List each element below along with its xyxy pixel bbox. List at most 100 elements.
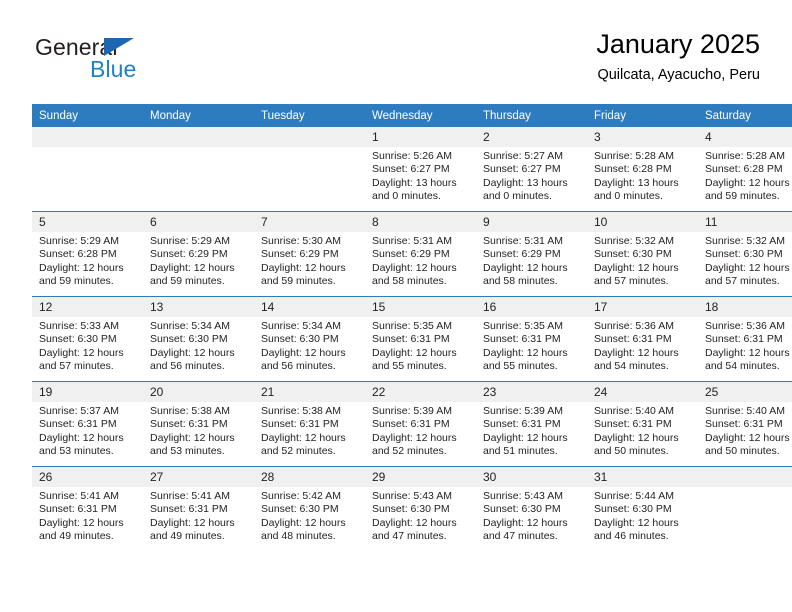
day-number: 20: [143, 382, 254, 402]
daylight-text: Daylight: 12 hours and 46 minutes.: [594, 516, 679, 543]
calendar-day-cell[interactable]: 19 Sunrise: 5:37 AM Sunset: 6:31 PM Dayligh…: [32, 381, 143, 467]
calendar-day-cell[interactable]: 28 Sunrise: 5:42 AM Sunset: 6:30 PM Dayligh…: [254, 466, 365, 551]
day-sun-info: Sunrise: 5:42 AM Sunset: 6:30 PM Daylight:…: [254, 487, 365, 544]
sunset-text: Sunset: 6:30 PM: [261, 333, 339, 346]
calendar-week-row: 12 Sunrise: 5:33 AM Sunset: 6:30 PM Dayligh…: [32, 296, 792, 382]
day-number: 2: [476, 127, 587, 147]
sunrise-text: Sunrise: 5:38 AM: [261, 405, 341, 417]
calendar-day-cell[interactable]: 21 Sunrise: 5:38 AM Sunset: 6:31 PM Dayligh…: [254, 381, 365, 467]
sunrise-text: Sunrise: 5:32 AM: [705, 235, 785, 247]
day-cell-inner: [143, 127, 254, 211]
day-sun-info: Sunrise: 5:34 AM Sunset: 6:30 PM Daylight:…: [143, 317, 254, 374]
daylight-text: Daylight: 12 hours and 56 minutes.: [150, 346, 235, 373]
calendar-day-cell[interactable]: 4 Sunrise: 5:28 AM Sunset: 6:28 PM Daylight…: [698, 127, 792, 212]
sunset-text: Sunset: 6:28 PM: [594, 163, 672, 176]
calendar-day-cell[interactable]: 30 Sunrise: 5:43 AM Sunset: 6:30 PM Dayligh…: [476, 466, 587, 551]
day-sun-info: Sunrise: 5:43 AM Sunset: 6:30 PM Daylight:…: [365, 487, 476, 544]
day-number: 25: [698, 382, 792, 402]
day-cell-inner: 2 Sunrise: 5:27 AM Sunset: 6:27 PM Daylight…: [476, 127, 587, 211]
daylight-text: Daylight: 12 hours and 54 minutes.: [705, 346, 790, 373]
day-sun-info: Sunrise: 5:37 AM Sunset: 6:31 PM Daylight:…: [32, 402, 143, 459]
daylight-text: Daylight: 12 hours and 58 minutes.: [483, 261, 568, 288]
day-number: 3: [587, 127, 698, 147]
day-number: 16: [476, 297, 587, 317]
day-sun-info: Sunrise: 5:36 AM Sunset: 6:31 PM Daylight:…: [698, 317, 792, 374]
daylight-text: Daylight: 12 hours and 48 minutes.: [261, 516, 346, 543]
day-number: 28: [254, 467, 365, 487]
daylight-text: Daylight: 13 hours and 0 minutes.: [372, 176, 457, 203]
daylight-text: Daylight: 12 hours and 58 minutes.: [372, 261, 457, 288]
day-number: 19: [32, 382, 143, 402]
daylight-text: Daylight: 12 hours and 53 minutes.: [39, 431, 124, 458]
day-sun-info: Sunrise: 5:35 AM Sunset: 6:31 PM Daylight:…: [476, 317, 587, 374]
day-sun-info: Sunrise: 5:41 AM Sunset: 6:31 PM Daylight:…: [32, 487, 143, 544]
day-number: 8: [365, 212, 476, 232]
day-cell-inner: 23 Sunrise: 5:39 AM Sunset: 6:31 PM Dayligh…: [476, 382, 587, 466]
calendar-day-cell[interactable]: 16 Sunrise: 5:35 AM Sunset: 6:31 PM Dayligh…: [476, 296, 587, 382]
daylight-text: Daylight: 12 hours and 51 minutes.: [483, 431, 568, 458]
sunset-text: Sunset: 6:30 PM: [594, 248, 672, 261]
sunrise-text: Sunrise: 5:28 AM: [594, 150, 674, 162]
day-number: 31: [587, 467, 698, 487]
calendar-day-cell[interactable]: 20 Sunrise: 5:38 AM Sunset: 6:31 PM Dayligh…: [143, 381, 254, 467]
day-cell-inner: 27 Sunrise: 5:41 AM Sunset: 6:31 PM Dayligh…: [143, 467, 254, 551]
daylight-text: Daylight: 12 hours and 59 minutes.: [261, 261, 346, 288]
calendar-day-cell[interactable]: 2 Sunrise: 5:27 AM Sunset: 6:27 PM Daylight…: [476, 127, 587, 212]
calendar-day-cell[interactable]: 9 Sunrise: 5:31 AM Sunset: 6:29 PM Daylight…: [476, 211, 587, 297]
day-sun-info: Sunrise: 5:29 AM Sunset: 6:28 PM Daylight:…: [32, 232, 143, 289]
weekday-header-saturday: Saturday: [698, 104, 792, 127]
calendar-page: General Blue January 2025 Quilcata, Ayac…: [0, 0, 792, 612]
calendar-table: Sunday Monday Tuesday Wednesday Thursday Frid…: [32, 104, 792, 551]
calendar-day-cell[interactable]: 22 Sunrise: 5:39 AM Sunset: 6:31 PM Dayligh…: [365, 381, 476, 467]
calendar-day-cell[interactable]: 26 Sunrise: 5:41 AM Sunset: 6:31 PM Dayligh…: [32, 466, 143, 551]
calendar-day-cell[interactable]: 5 Sunrise: 5:29 AM Sunset: 6:28 PM Daylight…: [32, 211, 143, 297]
calendar-day-cell[interactable]: 15 Sunrise: 5:35 AM Sunset: 6:31 PM Dayligh…: [365, 296, 476, 382]
sunrise-text: Sunrise: 5:36 AM: [594, 320, 674, 332]
sunset-text: Sunset: 6:31 PM: [150, 418, 228, 431]
day-number: 17: [587, 297, 698, 317]
calendar-day-cell[interactable]: 29 Sunrise: 5:43 AM Sunset: 6:30 PM Dayligh…: [365, 466, 476, 551]
calendar-day-cell[interactable]: 8 Sunrise: 5:31 AM Sunset: 6:29 PM Daylight…: [365, 211, 476, 297]
calendar-day-cell[interactable]: 1 Sunrise: 5:26 AM Sunset: 6:27 PM Daylight…: [365, 127, 476, 212]
calendar-day-cell[interactable]: 14 Sunrise: 5:34 AM Sunset: 6:30 PM Dayligh…: [254, 296, 365, 382]
day-sun-info: Sunrise: 5:39 AM Sunset: 6:31 PM Daylight:…: [476, 402, 587, 459]
calendar-header-row: Sunday Monday Tuesday Wednesday Thursday Frid…: [32, 104, 792, 127]
calendar-day-cell[interactable]: 25 Sunrise: 5:40 AM Sunset: 6:31 PM Dayligh…: [698, 381, 792, 467]
calendar-day-cell[interactable]: 3 Sunrise: 5:28 AM Sunset: 6:28 PM Daylight…: [587, 127, 698, 212]
sunset-text: Sunset: 6:29 PM: [150, 248, 228, 261]
day-number: 10: [587, 212, 698, 232]
calendar-day-cell[interactable]: 6 Sunrise: 5:29 AM Sunset: 6:29 PM Daylight…: [143, 211, 254, 297]
day-cell-inner: 22 Sunrise: 5:39 AM Sunset: 6:31 PM Dayligh…: [365, 382, 476, 466]
calendar-day-cell[interactable]: 11 Sunrise: 5:32 AM Sunset: 6:30 PM Dayligh…: [698, 211, 792, 297]
calendar-day-cell[interactable]: 12 Sunrise: 5:33 AM Sunset: 6:30 PM Dayligh…: [32, 296, 143, 382]
day-sun-info: Sunrise: 5:40 AM Sunset: 6:31 PM Daylight:…: [587, 402, 698, 459]
day-cell-inner: 31 Sunrise: 5:44 AM Sunset: 6:30 PM Dayligh…: [587, 467, 698, 551]
day-number: 29: [365, 467, 476, 487]
calendar-day-cell[interactable]: 10 Sunrise: 5:32 AM Sunset: 6:30 PM Dayligh…: [587, 211, 698, 297]
calendar-day-cell[interactable]: 27 Sunrise: 5:41 AM Sunset: 6:31 PM Dayligh…: [143, 466, 254, 551]
sunrise-text: Sunrise: 5:34 AM: [261, 320, 341, 332]
day-number: 21: [254, 382, 365, 402]
day-cell-inner: 14 Sunrise: 5:34 AM Sunset: 6:30 PM Dayligh…: [254, 297, 365, 381]
sunset-text: Sunset: 6:27 PM: [372, 163, 450, 176]
sunset-text: Sunset: 6:30 PM: [594, 503, 672, 516]
calendar-day-cell[interactable]: 13 Sunrise: 5:34 AM Sunset: 6:30 PM Dayligh…: [143, 296, 254, 382]
calendar-day-cell[interactable]: 18 Sunrise: 5:36 AM Sunset: 6:31 PM Dayligh…: [698, 296, 792, 382]
weekday-header-tuesday: Tuesday: [254, 104, 365, 127]
daylight-text: Daylight: 12 hours and 47 minutes.: [483, 516, 568, 543]
calendar-day-cell[interactable]: 23 Sunrise: 5:39 AM Sunset: 6:31 PM Dayligh…: [476, 381, 587, 467]
calendar-day-cell[interactable]: 31 Sunrise: 5:44 AM Sunset: 6:30 PM Dayligh…: [587, 466, 698, 551]
daylight-text: Daylight: 12 hours and 59 minutes.: [705, 176, 790, 203]
calendar-week-row: 1 Sunrise: 5:26 AM Sunset: 6:27 PM Daylight…: [32, 127, 792, 212]
sunrise-text: Sunrise: 5:34 AM: [150, 320, 230, 332]
calendar-day-cell[interactable]: 7 Sunrise: 5:30 AM Sunset: 6:29 PM Daylight…: [254, 211, 365, 297]
general-blue-logo: General Blue: [32, 34, 252, 90]
calendar-day-cell[interactable]: 17 Sunrise: 5:36 AM Sunset: 6:31 PM Dayligh…: [587, 296, 698, 382]
sunrise-text: Sunrise: 5:42 AM: [261, 490, 341, 502]
daylight-text: Daylight: 12 hours and 59 minutes.: [39, 261, 124, 288]
calendar-day-cell[interactable]: 24 Sunrise: 5:40 AM Sunset: 6:31 PM Dayligh…: [587, 381, 698, 467]
sunrise-text: Sunrise: 5:33 AM: [39, 320, 119, 332]
sunrise-text: Sunrise: 5:43 AM: [372, 490, 452, 502]
day-cell-inner: 13 Sunrise: 5:34 AM Sunset: 6:30 PM Dayligh…: [143, 297, 254, 381]
calendar-week-row: 26 Sunrise: 5:41 AM Sunset: 6:31 PM Dayligh…: [32, 466, 792, 551]
